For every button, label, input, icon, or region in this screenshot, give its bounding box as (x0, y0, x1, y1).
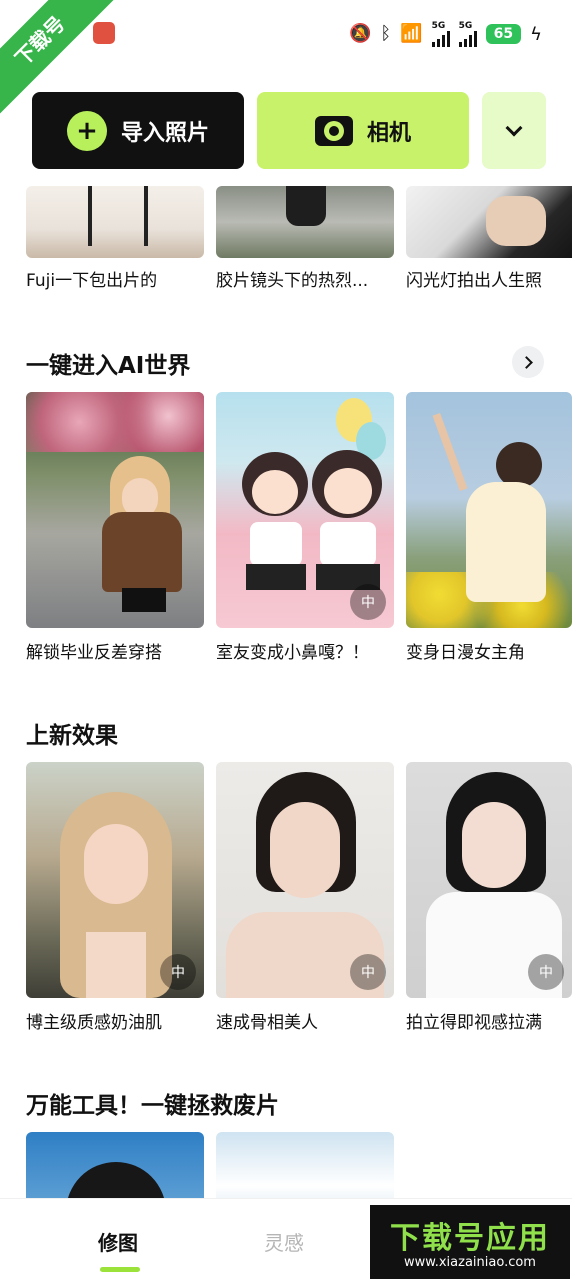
tool-card[interactable] (216, 1132, 394, 1198)
template-card[interactable] (406, 186, 572, 258)
tool-card[interactable] (26, 1132, 204, 1198)
watermark-logo: 下载号应用 www.xiazainiao.com (370, 1205, 570, 1279)
more-options-button[interactable] (482, 92, 546, 169)
image-face (84, 824, 148, 904)
ai-template-caption: 变身日漫女主角 (406, 643, 525, 663)
battery-indicator: 65 (485, 24, 522, 44)
ai-template-card[interactable] (26, 392, 204, 628)
image-neck (86, 932, 146, 998)
image-jacket (102, 512, 182, 592)
image-shorts (122, 588, 166, 612)
camera-label: 相机 (366, 120, 411, 146)
signal-5g-icon: 5G (431, 21, 450, 47)
image-chibi-skirt (246, 564, 306, 590)
image-hair (66, 1162, 166, 1198)
image-pose (486, 196, 546, 246)
image-arm (432, 413, 468, 491)
template-card[interactable] (26, 186, 204, 258)
camera-icon (314, 115, 353, 146)
image-chibi-shirt (250, 522, 302, 566)
template-caption: Fuji一下包出片的 (26, 271, 158, 291)
effect-card[interactable]: 中 (216, 762, 394, 998)
effect-caption: 速成骨相美人 (216, 1013, 318, 1033)
effect-caption: 博主级质感奶油肌 (26, 1013, 162, 1033)
tab-edit[interactable]: 修图 (98, 1227, 138, 1256)
import-photo-label: 导入照片 (120, 120, 209, 146)
watermark-url: www.xiazainiao.com (404, 1255, 536, 1270)
image-skirt (286, 186, 326, 226)
bluetooth-icon: ᛒ (380, 23, 392, 44)
wifi-icon: 📶 (400, 23, 423, 44)
image-face (462, 802, 526, 888)
chevron-right-icon (520, 355, 533, 369)
charging-icon: ϟ (530, 23, 542, 45)
tab-active-indicator (100, 1267, 140, 1272)
template-caption: 闪光灯拍出人生照 (406, 271, 542, 291)
image-face (270, 802, 340, 898)
section-title-ai: 一键进入AI世界 (26, 353, 191, 379)
ai-template-card[interactable] (406, 392, 572, 628)
effect-card[interactable]: 中 (26, 762, 204, 998)
video-badge-icon: 中 (350, 584, 386, 620)
section-more-button[interactable] (512, 346, 544, 378)
ai-template-caption: 解锁毕业反差穿搭 (26, 643, 162, 663)
app-notification-icon (93, 22, 115, 44)
content-scroll[interactable]: Fuji一下包出片的 胶片镜头下的热烈... 闪光灯拍出人生照 一键进入AI世界… (0, 186, 572, 1198)
effect-card[interactable]: 中 (406, 762, 572, 998)
image-dress (466, 482, 546, 602)
ai-template-caption: 室友变成小鼻嘎？！ (216, 643, 369, 663)
template-caption: 胶片镜头下的热烈... (216, 271, 369, 291)
tab-inspire[interactable]: 灵感 (264, 1227, 304, 1256)
chevron-down-icon (505, 119, 523, 136)
ai-template-card[interactable]: 中 (216, 392, 394, 628)
video-badge-icon: 中 (160, 954, 196, 990)
camera-button[interactable]: 相机 (257, 92, 469, 169)
section-title-new: 上新效果 (26, 723, 118, 749)
video-badge-icon: 中 (350, 954, 386, 990)
signal-5g-icon-2: 5G (458, 21, 477, 47)
watermark-title: 下载号应用 (390, 1221, 550, 1256)
image-chibi-face (324, 468, 372, 514)
import-photo-button[interactable]: + 导入照片 (32, 92, 244, 169)
plus-icon: + (66, 110, 107, 151)
template-card[interactable] (216, 186, 394, 258)
image-legs (88, 186, 148, 246)
image-chibi-face (252, 470, 298, 514)
effect-caption: 拍立得即视感拉满 (406, 1013, 542, 1033)
video-badge-icon: 中 (528, 954, 564, 990)
section-title-tools: 万能工具！一键拯救废片 (26, 1093, 279, 1119)
bell-muted-icon: 🔕 (348, 23, 372, 44)
status-icons: 🔕 ᛒ 📶 5G 5G 65 ϟ (349, 20, 542, 48)
image-flowers (26, 392, 204, 452)
image-chibi-shirt (320, 522, 376, 566)
